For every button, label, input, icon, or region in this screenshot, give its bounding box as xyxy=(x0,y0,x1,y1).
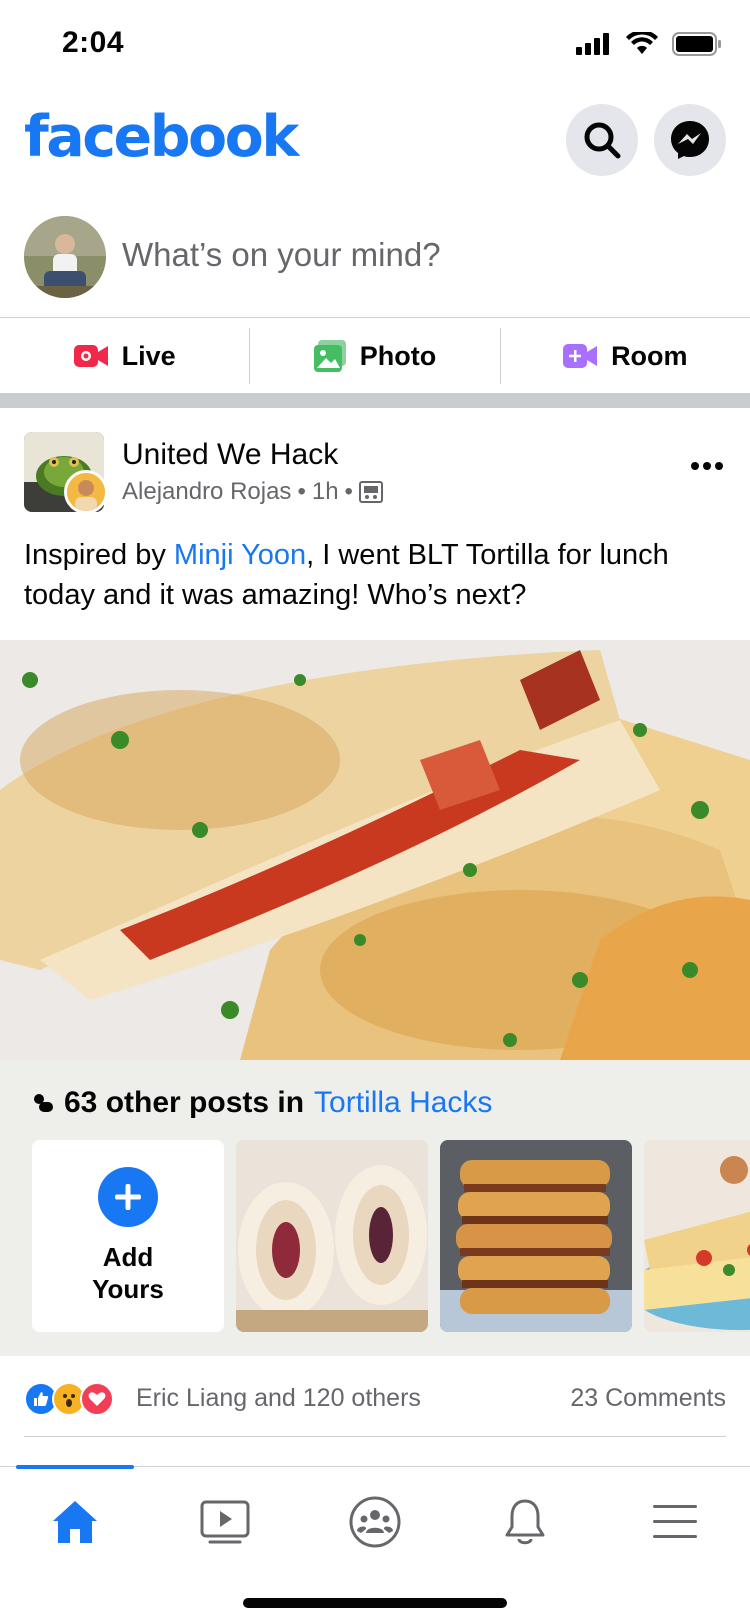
messenger-icon xyxy=(671,121,709,159)
groups-icon xyxy=(349,1496,401,1548)
search-icon xyxy=(584,122,621,159)
live-video-icon xyxy=(73,345,108,367)
love-reaction-icon xyxy=(80,1382,114,1416)
feed-separator xyxy=(0,393,750,408)
related-posts-title: 63 other posts in Tortilla Hacks xyxy=(32,1086,492,1120)
add-label-line1: Add xyxy=(102,1242,154,1272)
app-header: facebook xyxy=(0,96,750,186)
live-label: Live xyxy=(121,340,176,371)
tab-watch[interactable] xyxy=(180,1487,270,1557)
watch-icon xyxy=(200,1500,250,1544)
group-privacy-icon xyxy=(358,481,383,503)
post-time[interactable]: 1h xyxy=(312,478,339,506)
active-tab-indicator xyxy=(16,1465,134,1469)
tab-menu[interactable] xyxy=(630,1487,720,1557)
battery-icon xyxy=(672,32,721,56)
status-bar: 2:04 xyxy=(0,0,750,92)
status-time: 2:04 xyxy=(62,26,125,59)
wifi-icon xyxy=(626,32,658,54)
group-name[interactable]: United We Hack xyxy=(122,438,338,472)
tortilla-hacks-link[interactable]: Tortilla Hacks xyxy=(314,1086,492,1120)
room-label: Room xyxy=(611,340,688,371)
reactions-row: Eric Liang and 120 others 23 Comments xyxy=(0,1372,750,1436)
related-post-thumbnail[interactable] xyxy=(644,1140,750,1332)
mention-link[interactable]: Minji Yoon xyxy=(174,539,306,571)
post-meta: Alejandro Rojas • 1h • xyxy=(122,478,383,506)
post-text: Inspired by Minji Yoon, I went BLT Torti… xyxy=(24,535,734,615)
divider xyxy=(24,1436,726,1437)
post-options-button[interactable] xyxy=(690,458,724,476)
room-icon xyxy=(563,344,598,368)
menu-icon xyxy=(653,1505,697,1538)
home-indicator xyxy=(243,1598,507,1608)
related-post-thumbnail[interactable] xyxy=(440,1140,632,1332)
tab-groups[interactable] xyxy=(330,1487,420,1557)
status-icons xyxy=(576,32,722,56)
hack-icon xyxy=(34,1094,53,1112)
related-posts-panel: 63 other posts in Tortilla Hacks Add You… xyxy=(0,1060,750,1356)
author-avatar[interactable] xyxy=(64,470,108,514)
tab-notifications[interactable] xyxy=(480,1487,570,1557)
related-post-thumbnail[interactable] xyxy=(236,1140,428,1332)
tab-home[interactable] xyxy=(30,1487,120,1557)
post-header: United We Hack Alejandro Rojas • 1h • xyxy=(0,408,750,523)
avatar[interactable] xyxy=(24,216,106,298)
more-options-icon xyxy=(691,462,723,470)
composer-input[interactable]: What’s on your mind? xyxy=(122,236,441,274)
meta-dot: • xyxy=(297,478,306,505)
author-name[interactable]: Alejandro Rojas xyxy=(122,478,291,506)
related-posts-carousel[interactable]: Add Yours xyxy=(32,1140,750,1332)
cellular-signal-icon xyxy=(576,33,609,55)
notifications-icon xyxy=(505,1499,545,1545)
post-composer: What’s on your mind? xyxy=(0,212,750,318)
reaction-summary[interactable]: Eric Liang and 120 others xyxy=(136,1384,421,1413)
photo-icon xyxy=(313,340,346,372)
photo-label: Photo xyxy=(359,340,437,371)
post-text-start: Inspired by xyxy=(24,539,174,571)
reaction-icons[interactable] xyxy=(24,1382,114,1416)
comments-count[interactable]: 23 Comments xyxy=(570,1384,726,1413)
related-posts-count: 63 other posts in xyxy=(64,1086,305,1119)
post-image[interactable] xyxy=(0,640,750,1060)
composer-actions: Live Photo Room xyxy=(0,319,750,393)
live-button[interactable]: Live xyxy=(0,319,249,393)
home-icon xyxy=(53,1501,97,1543)
add-yours-label: Add Yours xyxy=(92,1241,164,1305)
add-label-line2: Yours xyxy=(92,1274,164,1304)
search-button[interactable] xyxy=(566,104,638,176)
messenger-button[interactable] xyxy=(654,104,726,176)
add-icon xyxy=(98,1167,158,1227)
facebook-logo[interactable]: facebook xyxy=(24,104,299,170)
photo-button[interactable]: Photo xyxy=(250,319,499,393)
add-yours-card[interactable]: Add Yours xyxy=(32,1140,224,1332)
meta-dot: • xyxy=(344,478,353,505)
room-button[interactable]: Room xyxy=(501,319,750,393)
